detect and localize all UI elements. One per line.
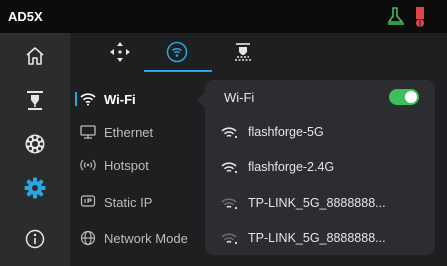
menu-item-ethernet[interactable]: Ethernet <box>80 117 200 147</box>
wifi-toggle[interactable] <box>389 89 419 105</box>
tab-network[interactable] <box>147 33 207 75</box>
menu-item-label: Network Mode <box>104 230 188 246</box>
home-icon <box>25 46 45 71</box>
menu-item-label: Ethernet <box>104 124 154 140</box>
wifi-panel-title: Wi-Fi <box>224 90 255 105</box>
settings-gear-icon <box>24 177 46 204</box>
wifi-network-item[interactable]: flashforge-2.4G <box>220 155 420 179</box>
panel-pointer <box>197 92 205 108</box>
active-tab-indicator <box>144 70 212 72</box>
print-head-settings-icon <box>233 42 253 67</box>
wifi-network-item[interactable]: flashforge-5G <box>220 120 420 144</box>
menu-item-label: Wi-Fi <box>104 91 136 107</box>
filament-status-icon <box>412 6 428 33</box>
info-icon <box>25 229 45 254</box>
sidebar-item-print-head[interactable] <box>0 80 70 124</box>
hotspot-icon <box>80 157 96 173</box>
tab-move-axes[interactable] <box>90 33 150 75</box>
wifi-ssid: TP-LINK_5G_8888888... <box>248 231 386 245</box>
globe-icon <box>80 230 96 246</box>
wifi-signal-weak-icon <box>220 231 240 245</box>
settings-tabs <box>70 33 447 75</box>
sidebar-item-info[interactable] <box>0 219 70 263</box>
app-title: AD5X <box>8 9 43 24</box>
menu-item-static-ip[interactable]: Static IP <box>80 187 200 217</box>
menu-item-label: Static IP <box>104 194 153 210</box>
active-menu-indicator <box>75 92 77 106</box>
top-status-bar: AD5X <box>0 0 447 33</box>
printer-status-icon <box>387 6 405 31</box>
filament-spool-icon <box>24 133 46 160</box>
wifi-network-item[interactable]: TP-LINK_5G_8888888... <box>220 226 420 250</box>
move-axes-icon <box>109 41 131 68</box>
sidebar-item-home[interactable] <box>0 36 70 80</box>
sidebar-item-filament[interactable] <box>0 124 70 168</box>
wifi-ssid: flashforge-5G <box>248 125 324 139</box>
wifi-ssid: TP-LINK_5G_8888888... <box>248 196 386 210</box>
wifi-signal-strong-icon <box>220 160 240 174</box>
sidebar-item-settings[interactable] <box>0 168 70 212</box>
network-icon <box>166 41 188 68</box>
print-head-icon <box>25 89 45 116</box>
ethernet-icon <box>80 124 96 140</box>
wifi-icon <box>80 91 96 107</box>
tab-print-head-settings[interactable] <box>213 33 273 75</box>
menu-item-hotspot[interactable]: Hotspot <box>80 150 200 180</box>
menu-item-label: Hotspot <box>104 157 149 173</box>
wifi-ssid: flashforge-2.4G <box>248 160 335 174</box>
toggle-knob <box>405 91 417 103</box>
main-sidebar <box>0 33 70 266</box>
menu-item-network-mode[interactable]: Network Mode <box>80 223 200 253</box>
wifi-signal-strong-icon <box>220 125 240 139</box>
static-ip-icon <box>80 194 96 210</box>
menu-item-wifi[interactable]: Wi-Fi <box>80 84 200 114</box>
wifi-signal-weak-icon <box>220 196 240 210</box>
wifi-network-item[interactable]: TP-LINK_5G_8888888... <box>220 191 420 215</box>
